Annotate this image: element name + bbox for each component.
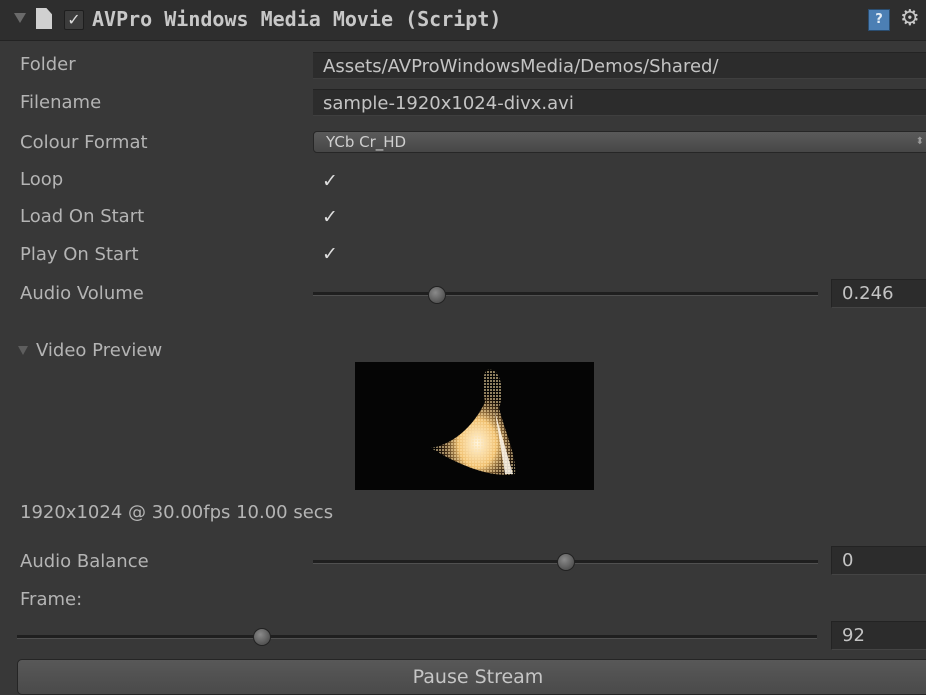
load-on-start-checkbox[interactable]: ✓ xyxy=(322,208,340,227)
loop-label: Loop xyxy=(20,169,64,190)
play-on-start-checkbox[interactable]: ✓ xyxy=(322,245,340,264)
video-preview-frame xyxy=(355,362,594,490)
foldout-arrow-icon[interactable] xyxy=(14,13,26,23)
dropdown-arrows-icon: ⬍ xyxy=(915,136,924,147)
loop-checkbox[interactable]: ✓ xyxy=(322,172,340,191)
audio-volume-slider-thumb[interactable] xyxy=(428,286,447,304)
component-enabled-checkbox[interactable]: ✓ xyxy=(64,10,84,30)
audio-volume-slider-track[interactable] xyxy=(313,292,818,296)
play-on-start-label: Play On Start xyxy=(20,244,139,265)
audio-volume-label: Audio Volume xyxy=(20,283,144,304)
colour-format-dropdown[interactable]: YCb Cr_HD ⬍ xyxy=(313,131,926,153)
video-info-text: 1920x1024 @ 30.00fps 10.00 secs xyxy=(20,502,334,523)
filename-label: Filename xyxy=(20,92,102,113)
help-icon[interactable]: ? xyxy=(868,9,890,31)
frame-slider-track[interactable] xyxy=(17,635,817,639)
frame-slider-thumb[interactable] xyxy=(253,628,272,646)
frame-value-field[interactable]: 92 xyxy=(831,621,926,650)
pause-stream-button[interactable]: Pause Stream xyxy=(17,659,926,695)
audio-balance-label: Audio Balance xyxy=(20,551,149,572)
gear-icon[interactable]: ⚙ xyxy=(900,6,920,31)
component-title: AVPro Windows Media Movie (Script) xyxy=(92,7,502,31)
audio-balance-slider-thumb[interactable] xyxy=(556,553,575,571)
audio-volume-value-field[interactable]: 0.246 xyxy=(831,279,926,308)
video-preview-label[interactable]: Video Preview xyxy=(36,340,162,361)
load-on-start-label: Load On Start xyxy=(20,206,145,227)
colour-format-label: Colour Format xyxy=(20,132,148,153)
filename-field[interactable]: sample-1920x1024-divx.avi xyxy=(313,89,926,116)
colour-format-value: YCb Cr_HD xyxy=(326,133,407,151)
folder-field[interactable]: Assets/AVProWindowsMedia/Demos/Shared/ xyxy=(313,52,926,79)
video-preview-foldout-icon[interactable] xyxy=(18,346,28,355)
audio-balance-value-field[interactable]: 0 xyxy=(831,546,926,575)
video-frame-image xyxy=(431,369,516,475)
frame-label: Frame: xyxy=(20,589,83,610)
folder-label: Folder xyxy=(20,54,76,75)
